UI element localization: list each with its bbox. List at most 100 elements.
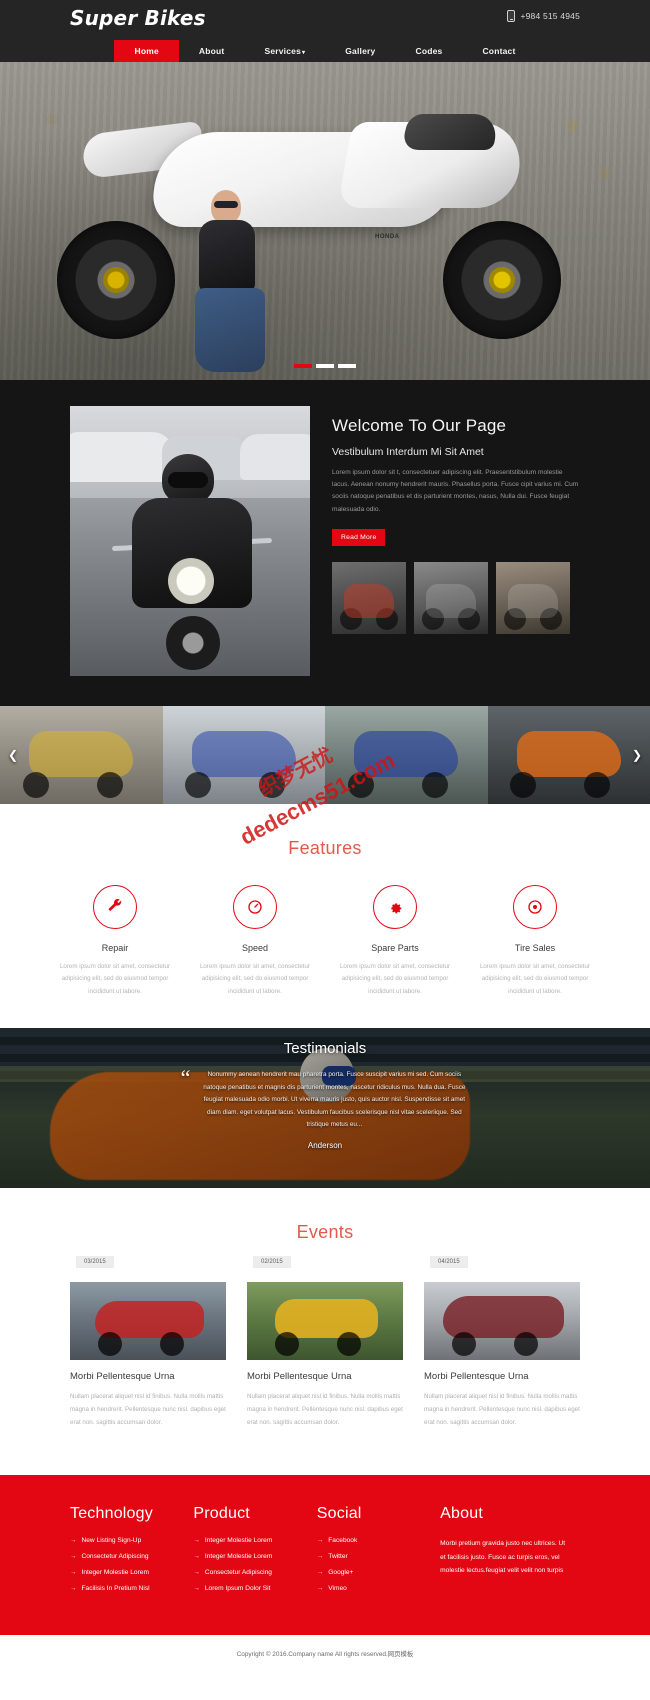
sunglasses-icon [214, 201, 238, 208]
event-title[interactable]: Morbi Pellentesque Urna [247, 1371, 403, 1382]
footer-link[interactable]: → Lorem Ipsum Dolor Sit [193, 1585, 302, 1592]
welcome-title: Welcome To Our Page [332, 416, 507, 435]
footer-heading: About [440, 1505, 483, 1523]
footer-link-label: Consectetur Adipiscing [81, 1553, 149, 1561]
arrow-right-icon: → [193, 1537, 200, 1545]
nav-label: Home [134, 46, 159, 56]
bike-brand-badge: HONDA [375, 234, 400, 240]
features-row: Repair Lorem ipsum dolor sit amet, conse… [45, 885, 605, 998]
footer-heading: Social [316, 1505, 362, 1523]
footer-link-label: Integer Molestie Lorem [81, 1569, 149, 1577]
arrow-right-icon: → [316, 1553, 324, 1561]
hero-banner: HONDA [0, 62, 650, 380]
wrench-icon[interactable] [93, 885, 137, 929]
footer-link-vimeo[interactable]: → Vimeo [317, 1585, 426, 1592]
copyright-bar: Copyright © 2016.Company name All rights… [0, 1635, 650, 1675]
gallery-item-1[interactable] [0, 706, 163, 804]
gallery-item-3[interactable] [325, 706, 488, 804]
tire-shape [98, 1331, 123, 1356]
event-title[interactable]: Morbi Pellentesque Urna [424, 1371, 580, 1382]
footer-link[interactable]: → Consectetur Adipiscing [193, 1569, 302, 1576]
event-date-holder: 03/2015 [70, 1256, 226, 1282]
gallery-item-4[interactable] [487, 706, 650, 804]
event-description: Nullam placerat aliquet nisl id finibus.… [424, 1393, 580, 1427]
event-card-3[interactable]: 04/2015 Morbi Pellentesque Urna Nullam p… [424, 1256, 580, 1429]
footer-link-list: → Integer Molestie Lorem → Integer Molesti… [193, 1537, 302, 1592]
event-description: Nullam placerat aliquet nisl id finibus.… [70, 1393, 226, 1427]
nav-item-contact[interactable]: Contact [462, 40, 535, 62]
footer-link-label: Integer Molestie Lorem [204, 1537, 273, 1545]
gallery-item-2[interactable] [162, 706, 325, 804]
rider-jeans [195, 288, 265, 372]
footer-link[interactable]: → New Listing Sign-Up [70, 1537, 179, 1544]
footer-link[interactable]: → Integer Molestie Lorem [193, 1537, 302, 1544]
footer-link[interactable]: → Facilisis In Pretium Nisl [70, 1585, 179, 1592]
footer-link[interactable]: → Integer Molestie Lorem [193, 1553, 302, 1560]
testimonials-section: Testimonials “ Nonummy aenean hendrerit … [0, 1028, 650, 1189]
welcome-thumbnail-row [332, 561, 580, 634]
event-image [70, 1282, 226, 1361]
nav-label: Services [264, 46, 302, 56]
nav-item-gallery[interactable]: Gallery [325, 40, 395, 62]
bike-windscreen-shape [400, 114, 502, 150]
footer-heading: Technology [70, 1505, 153, 1523]
event-image [247, 1282, 403, 1361]
tire-shape [22, 772, 49, 799]
header-inner: Super Bikes +984 515 4945 [70, 0, 580, 38]
site-logo[interactable]: Super Bikes [70, 6, 206, 30]
tire-shape [347, 772, 374, 799]
front-wheel-shape [166, 616, 220, 670]
footer-link-label: Facebook [328, 1537, 358, 1545]
event-title[interactable]: Morbi Pellentesque Urna [70, 1371, 226, 1382]
chevron-left-icon[interactable]: ❮ [4, 746, 22, 764]
footer-inner: Technology → New Listing Sign-Up → Consect… [70, 1505, 580, 1601]
thumbnail-bike-3[interactable] [496, 561, 570, 634]
bike-rear-wheel [57, 221, 175, 339]
nav-item-home[interactable]: Home [114, 40, 179, 62]
hero-dot-1[interactable] [294, 364, 312, 368]
nav-item-codes[interactable]: Codes [395, 40, 462, 62]
thumbnail-bike-1[interactable] [332, 561, 406, 634]
tire-shape [275, 1331, 300, 1356]
hero-dot-2[interactable] [316, 364, 334, 368]
tire-target-icon[interactable] [513, 885, 557, 929]
event-card-1[interactable]: 03/2015 Morbi Pellentesque Urna Nullam p… [70, 1256, 226, 1429]
feature-label: Repair [101, 943, 129, 953]
testimonial-quote-wrap: “ Nonummy aenean hendrerit mau pharetra … [145, 1067, 505, 1131]
event-image [424, 1282, 580, 1361]
feature-label: Speed [241, 943, 269, 953]
feature-description: Lorem ipsum dolor sit amet, consectetur … [59, 963, 171, 995]
welcome-inner: Welcome To Our Page Vestibulum Interdum … [70, 406, 580, 676]
testimonial-author: Anderson [307, 1140, 343, 1150]
headlight-shape [168, 558, 214, 604]
footer-link[interactable]: → Integer Molestie Lorem [70, 1569, 179, 1576]
footer-link-label: Twitter [328, 1553, 348, 1561]
speedometer-icon[interactable] [233, 885, 277, 929]
testimonials-title: Testimonials [283, 1040, 367, 1058]
event-date-badge: 04/2015 [430, 1256, 468, 1269]
gear-icon[interactable] [373, 885, 417, 929]
hero-dot-3[interactable] [338, 364, 356, 368]
footer-link[interactable]: → Consectetur Adipiscing [70, 1553, 179, 1560]
welcome-paragraph: Lorem ipsum dolor sit t, consectetuer ad… [332, 469, 579, 513]
footer-link-twitter[interactable]: → Twitter [317, 1553, 426, 1560]
read-more-button[interactable]: Read More [332, 528, 386, 546]
hero-slider-pagination[interactable] [294, 364, 356, 368]
wheel-hub [489, 267, 515, 293]
footer-link-googleplus[interactable]: → Google+ [317, 1569, 426, 1576]
footer-link-facebook[interactable]: → Facebook [317, 1537, 426, 1544]
chevron-right-icon[interactable]: ❯ [628, 746, 646, 764]
arrow-right-icon: → [316, 1569, 324, 1577]
arrow-right-icon: → [193, 1585, 200, 1593]
car-shape [240, 434, 310, 480]
thumbnail-bike-2[interactable] [414, 561, 488, 634]
event-date-holder: 02/2015 [247, 1256, 403, 1282]
wheel-hub [103, 267, 129, 293]
nav-item-services[interactable]: Services▾ [244, 40, 325, 62]
event-description: Nullam placerat aliquet nisl id finibus.… [247, 1393, 403, 1427]
welcome-text-block: Welcome To Our Page Vestibulum Interdum … [310, 406, 580, 676]
nav-item-about[interactable]: About [179, 40, 245, 62]
event-card-2[interactable]: 02/2015 Morbi Pellentesque Urna Nullam p… [247, 1256, 403, 1429]
bike-front-wheel [443, 221, 561, 339]
arrow-right-icon: → [316, 1537, 324, 1545]
